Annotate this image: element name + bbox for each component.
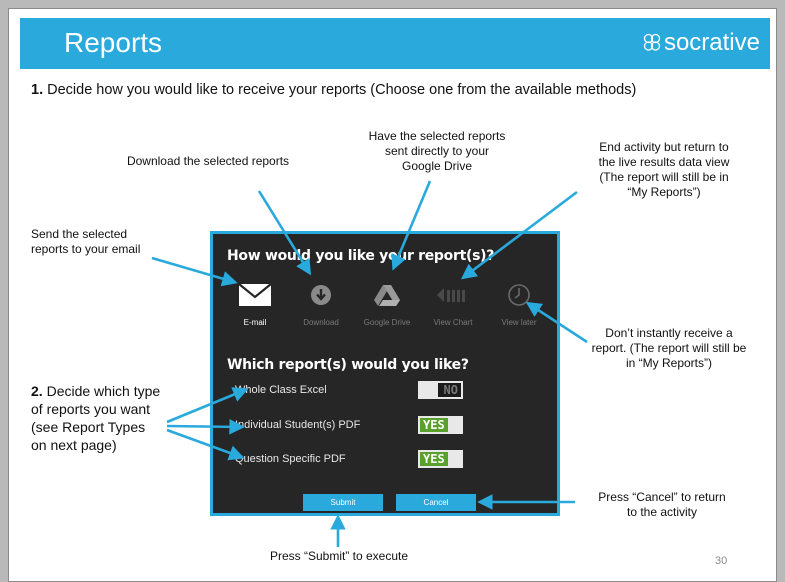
arrow-step2-question	[166, 428, 245, 461]
callout-arrows	[151, 180, 588, 547]
arrow-drive	[391, 180, 432, 271]
slide: Reports socrative 1. Decide how you woul…	[8, 8, 777, 582]
arrow-step2-excel	[166, 387, 249, 424]
arrow-email	[151, 256, 238, 287]
arrow-end-activity	[460, 190, 578, 280]
arrow-step2-student	[166, 419, 245, 435]
arrow-download	[257, 190, 312, 276]
arrow-view-later	[525, 301, 588, 344]
page-number: 30	[715, 555, 728, 567]
